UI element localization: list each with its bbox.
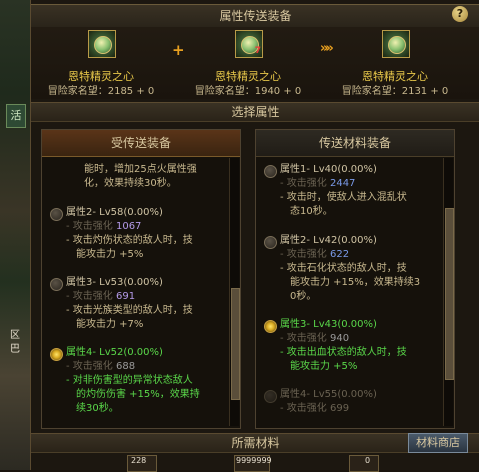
window-title[interactable]: 属性传送装备 xyxy=(31,4,479,28)
material-count-1: 228 xyxy=(131,456,147,465)
option-effect: - 攻击光族类型的敌人时，技 xyxy=(66,305,193,316)
game-background: 活 区 巴 xyxy=(0,0,30,470)
radio-button[interactable] xyxy=(264,236,277,249)
option-effect: - 攻击石化状态的敌人时，技 xyxy=(280,263,407,274)
option-head: 属性1- Lv40(0.00%) xyxy=(280,164,377,175)
select-attribute-title: 选择属性 xyxy=(31,102,479,122)
option-head: 属性3- Lv43(0.00%) xyxy=(280,319,377,330)
plus-icon: + xyxy=(172,41,185,59)
option-effect: - 攻击灼伤状态的敌人时，技 xyxy=(66,235,193,246)
gem-icon xyxy=(94,36,112,54)
option-head: 属性2- Lv42(0.00%) xyxy=(280,235,377,246)
option-effect: - 攻击时，使敌人进入混乱状 xyxy=(280,192,407,203)
option-effect: 能攻击力 +5% xyxy=(76,249,144,260)
scrollbar[interactable] xyxy=(443,158,454,426)
option-effect: - 攻击出血状态的敌人时，技 xyxy=(280,347,407,358)
radio-button[interactable] xyxy=(264,165,277,178)
slot-badge: 7 xyxy=(254,46,261,56)
material-item-reputation: 冒险家名望：1940 + 0 xyxy=(194,86,302,97)
option-stat: - 攻击强化 688 xyxy=(66,361,136,372)
scrollbar-thumb[interactable] xyxy=(231,288,240,400)
option-stat: - 攻击强化 1067 xyxy=(66,221,142,232)
radio-button-selected[interactable] xyxy=(50,348,63,361)
material-equipment-panel: 传送材料装备 属性1- Lv40(0.00%) - 攻击强化 2447 - 攻击… xyxy=(255,129,455,429)
option-head: 属性3- Lv53(0.00%) xyxy=(66,277,163,288)
material-count-2: 9999999 xyxy=(236,456,272,465)
option-stat: - 攻击强化 691 xyxy=(66,291,136,302)
game-side-tag[interactable]: 活 xyxy=(6,104,26,128)
option-effect: 0秒。 xyxy=(290,291,317,302)
material-slot-3[interactable] xyxy=(349,455,379,472)
source-item-reputation: 冒险家名望：2185 + 0 xyxy=(47,86,155,97)
scrollbar-thumb[interactable] xyxy=(445,208,454,380)
option-head: 属性4- Lv55(0.00%) xyxy=(280,389,377,400)
material-shop-button[interactable]: 材料商店 xyxy=(408,433,468,453)
gem-icon xyxy=(388,36,406,54)
option-stat: - 攻击强化 699 xyxy=(280,403,350,414)
option-effect: 能攻击力 +7% xyxy=(76,319,144,330)
material-item-slot[interactable]: 7 xyxy=(235,30,263,58)
game-side-text-2: 巴 xyxy=(10,344,20,355)
help-icon[interactable]: ? xyxy=(452,6,468,22)
material-panel-title[interactable]: 传送材料装备 xyxy=(256,130,454,157)
option-effect: 续30秒。 xyxy=(76,403,119,414)
option-effect: 能攻击力 +5% xyxy=(290,361,358,372)
option-head: 属性2- Lv58(0.00%) xyxy=(66,207,163,218)
transfer-arrows-icon: »» xyxy=(320,41,334,56)
option-stat: - 攻击强化 622 xyxy=(280,249,350,260)
game-side-text-1: 区 xyxy=(10,330,20,341)
option-effect: 能攻击力 +15%，效果持续3 xyxy=(290,277,421,288)
scrollbar[interactable] xyxy=(229,158,240,426)
source-equipment-panel: 受传送装备 能时，增加25点火属性强 化，效果持续30秒。 属性2- Lv58(… xyxy=(41,129,241,429)
source-panel-title[interactable]: 受传送装备 xyxy=(42,130,240,157)
radio-button[interactable] xyxy=(50,278,63,291)
transfer-equipment-window: 属性传送装备 ? + 7 »» 恩特精灵之心 冒险家名望：2185 + 0 恩特… xyxy=(30,0,479,472)
partial-effect-line: 化，效果持续30秒。 xyxy=(84,178,177,189)
result-item-reputation: 冒险家名望：2131 + 0 xyxy=(341,86,449,97)
option-effect: 态10秒。 xyxy=(290,206,333,217)
option-stat: - 攻击强化 2447 xyxy=(280,178,356,189)
option-effect: - 对非伤害型的异常状态敌人 xyxy=(66,375,193,386)
radio-button-disabled xyxy=(264,390,277,403)
option-stat: - 攻击强化 940 xyxy=(280,333,350,344)
option-head: 属性4- Lv52(0.00%) xyxy=(66,347,163,358)
option-effect: 的灼伤伤害 +15%，效果持 xyxy=(76,389,200,400)
transfer-preview: + 7 »» 恩特精灵之心 冒险家名望：2185 + 0 恩特精灵之心 冒险家名… xyxy=(31,27,479,99)
material-count-3: 0 xyxy=(365,456,371,465)
source-item-slot[interactable] xyxy=(88,30,116,58)
partial-effect-line: 能时，增加25点火属性强 xyxy=(84,164,197,175)
result-item-slot[interactable] xyxy=(382,30,410,58)
radio-button[interactable] xyxy=(50,208,63,221)
radio-button-selected[interactable] xyxy=(264,320,277,333)
